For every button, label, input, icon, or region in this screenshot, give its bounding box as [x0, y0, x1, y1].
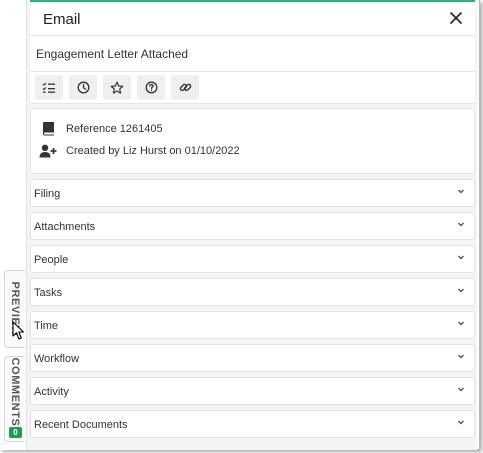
panel-header: Email	[30, 0, 475, 36]
chevron-down-icon	[458, 354, 464, 359]
reference-row: Reference 1261405	[39, 121, 163, 136]
action-toolbar	[30, 72, 475, 104]
section-label: People	[34, 254, 69, 266]
clock-icon	[77, 81, 89, 94]
book-icon	[42, 122, 54, 136]
help-button[interactable]	[137, 75, 165, 100]
close-icon	[450, 12, 462, 24]
close-button[interactable]	[445, 7, 467, 29]
list-check-icon	[42, 82, 55, 93]
section-label: Filing	[34, 188, 61, 200]
created-row: Created by Liz Hurst on 01/10/2022	[39, 144, 240, 158]
section-time[interactable]: Time	[30, 311, 475, 339]
favorite-button[interactable]	[103, 75, 131, 100]
user-plus-icon	[39, 144, 57, 158]
panel-title: Email	[43, 11, 81, 28]
star-icon	[110, 81, 124, 94]
section-label: Recent Documents	[34, 419, 128, 431]
email-panel: Email Engagement Letter Attached Referen…	[27, 0, 477, 450]
side-tab-strip: PREVIEW COMMENTS 0	[0, 0, 26, 450]
section-label: Workflow	[34, 353, 80, 365]
section-people[interactable]: People	[30, 245, 475, 273]
chevron-down-icon	[458, 222, 464, 227]
section-recent-documents[interactable]: Recent Documents	[30, 410, 475, 438]
copy-link-button[interactable]	[171, 75, 199, 100]
chevron-down-icon	[458, 288, 464, 293]
history-button[interactable]	[69, 75, 97, 100]
chevron-down-icon	[458, 321, 464, 326]
document-info-card: Reference 1261405 Created by Liz Hurst o…	[30, 108, 475, 174]
section-label: Attachments	[34, 221, 96, 233]
section-attachments[interactable]: Attachments	[30, 212, 475, 240]
chevron-down-icon	[458, 255, 464, 260]
chevron-down-icon	[458, 420, 464, 425]
comments-count-badge: 0	[9, 427, 22, 438]
chevron-down-icon	[458, 387, 464, 392]
comments-tab-label: COMMENTS	[9, 357, 21, 427]
section-label: Time	[34, 320, 59, 332]
email-subject-row: Engagement Letter Attached	[30, 36, 475, 72]
section-filing[interactable]: Filing	[30, 179, 475, 207]
section-activity[interactable]: Activity	[30, 377, 475, 405]
section-label: Tasks	[34, 287, 63, 299]
help-circle-icon	[145, 81, 157, 94]
checklist-button[interactable]	[35, 75, 63, 100]
mouse-cursor-icon	[12, 321, 25, 340]
chevron-down-icon	[458, 189, 464, 194]
reference-text: Reference 1261405	[66, 122, 163, 135]
section-tasks[interactable]: Tasks	[30, 278, 475, 306]
created-text: Created by Liz Hurst on 01/10/2022	[66, 145, 240, 157]
section-workflow[interactable]: Workflow	[30, 344, 475, 372]
link-icon	[179, 83, 191, 92]
section-label: Activity	[34, 386, 69, 398]
email-subject: Engagement Letter Attached	[36, 47, 189, 61]
comments-tab[interactable]: COMMENTS 0	[4, 356, 25, 442]
